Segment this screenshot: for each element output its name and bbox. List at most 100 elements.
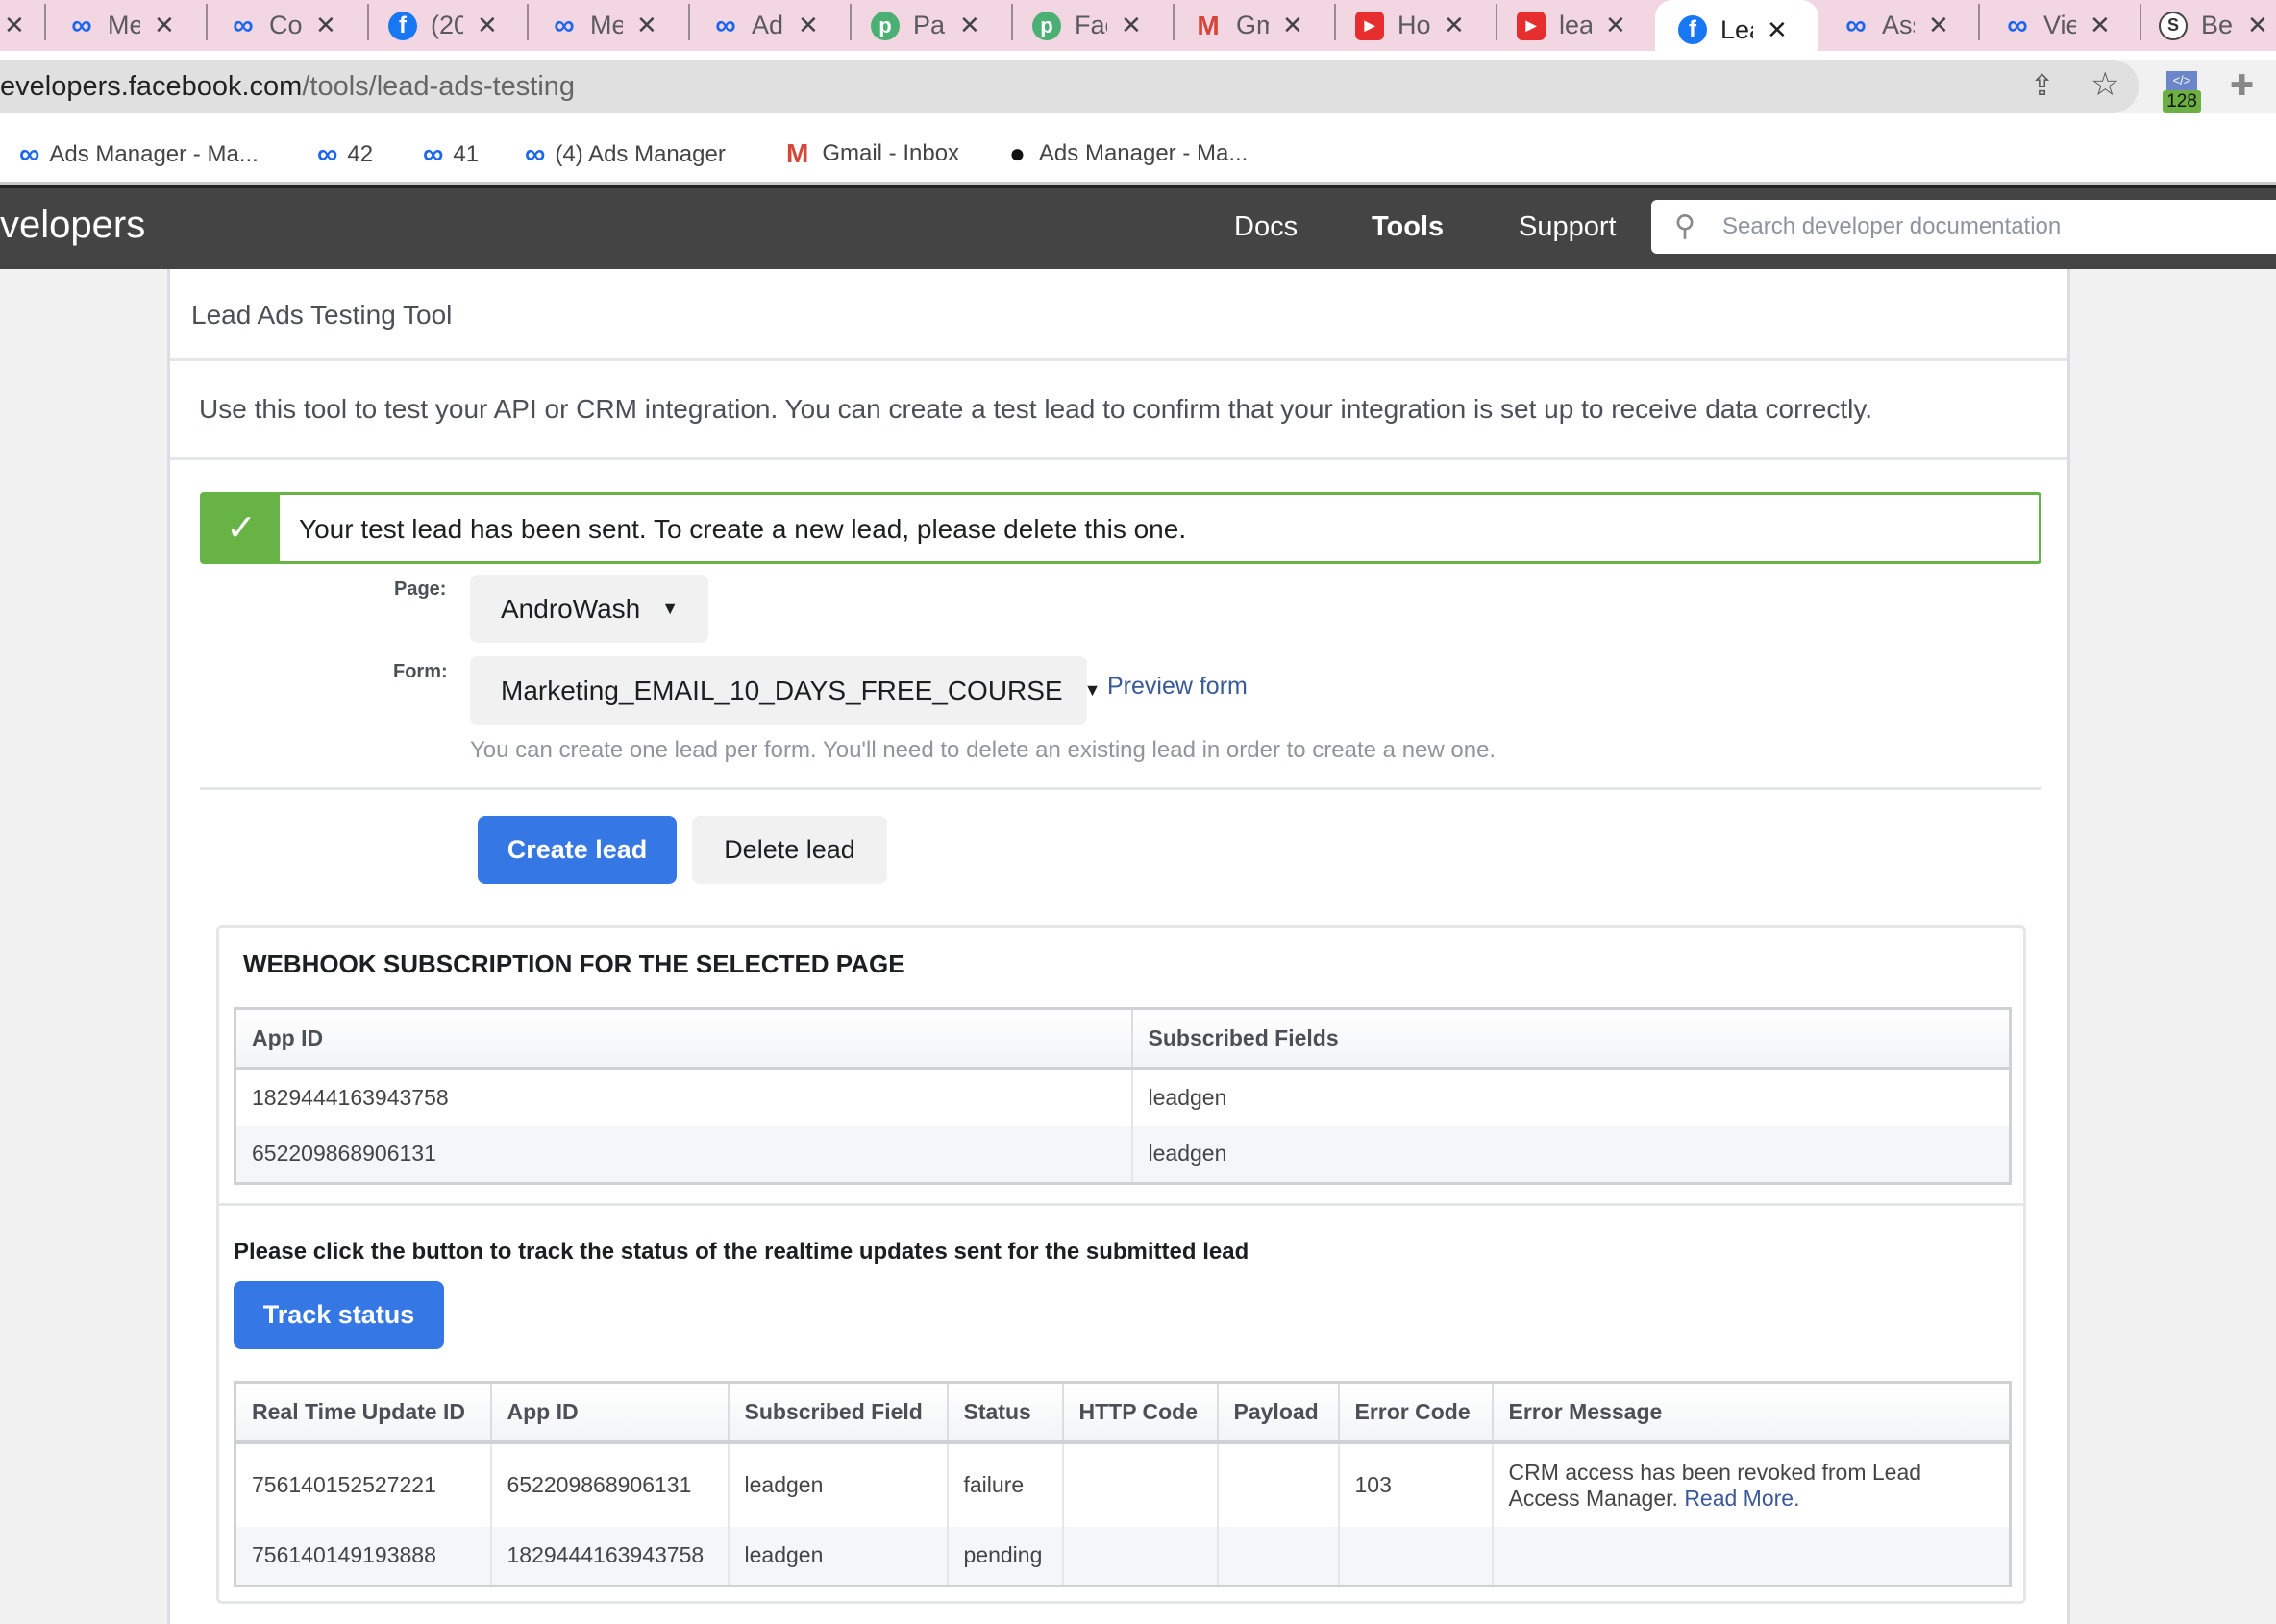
track-instruction: Please click the button to track the sta…	[234, 1239, 1249, 1265]
page-select[interactable]: AndroWash ▼	[470, 575, 708, 643]
divider	[219, 1203, 2023, 1206]
facebook-icon: f	[388, 11, 417, 40]
tab-14[interactable]: SBes✕	[2141, 0, 2276, 51]
meta-icon: ∞	[2007, 9, 2027, 41]
nav-tools[interactable]: Tools	[1372, 211, 1444, 243]
payload-cell	[1216, 1441, 1340, 1527]
close-tab-icon[interactable]: ✕	[4, 11, 25, 40]
preview-form-link[interactable]: Preview form	[1107, 673, 1248, 701]
error-message-cell: CRM access has been revoked from Lead Ac…	[1491, 1441, 2012, 1527]
caret-down-icon: ▼	[1083, 680, 1101, 700]
field-cell: leadgen	[727, 1441, 949, 1527]
nav-docs[interactable]: Docs	[1234, 211, 1298, 243]
tab-4[interactable]: ∞Met✕	[529, 0, 690, 51]
success-banner: ✓ Your test lead has been sent. To creat…	[200, 492, 2041, 564]
page-label: Page:	[394, 578, 447, 600]
tab-0[interactable]: ✕	[0, 0, 46, 51]
webhook-subscription-panel: WEBHOOK SUBSCRIPTION FOR THE SELECTED PA…	[216, 925, 2026, 1604]
tab-3[interactable]: f (20 ✕	[369, 0, 529, 51]
error-code-cell: 103	[1337, 1441, 1494, 1527]
close-tab-icon[interactable]: ✕	[1444, 11, 1465, 40]
column-header: Real Time Update ID	[234, 1381, 492, 1444]
youtube-icon: ▶	[1355, 11, 1384, 40]
column-header: Error Code	[1337, 1381, 1494, 1444]
column-header: Subscribed Field	[727, 1381, 949, 1444]
close-tab-icon[interactable]: ✕	[2247, 11, 2268, 40]
brand-logo-text[interactable]: velopers	[0, 204, 145, 247]
tab-1[interactable]: ∞Met✕	[46, 0, 208, 51]
tab-10[interactable]: ▶lead✕	[1497, 0, 1659, 51]
bookmark-item[interactable]: ∞ 42	[317, 138, 373, 171]
extensions-puzzle-icon[interactable]: ✚	[2230, 69, 2254, 103]
address-bar[interactable]: evelopers.facebook.com/tools/lead-ads-te…	[0, 60, 2139, 113]
field-cell: leadgen	[727, 1526, 949, 1587]
gmail-icon: M	[786, 138, 809, 168]
youtube-icon: ▶	[1517, 11, 1546, 40]
webhook-table: App ID Subscribed Fields 182944416394375…	[234, 1007, 2012, 1185]
column-header: Error Message	[1491, 1381, 2012, 1444]
column-header: App ID	[234, 1007, 1133, 1070]
column-header: Payload	[1216, 1381, 1340, 1444]
divider	[200, 787, 2041, 790]
gmail-icon: M	[1197, 10, 1220, 40]
close-tab-icon[interactable]: ✕	[959, 11, 980, 40]
site-header: velopers Docs Tools Support ⚲	[0, 185, 2276, 269]
checkmark-icon: ✓	[203, 495, 280, 561]
bookmark-item[interactable]: ● Ads Manager - Ma...	[1009, 138, 1248, 169]
close-tab-icon[interactable]: ✕	[636, 11, 657, 40]
create-lead-button[interactable]: Create lead	[478, 816, 677, 884]
tab-12[interactable]: ∞Ass✕	[1818, 0, 1980, 51]
table-row: 652209868906131 leadgen	[234, 1125, 2012, 1184]
close-tab-icon[interactable]: ✕	[1121, 11, 1142, 40]
nav-support[interactable]: Support	[1519, 211, 1617, 243]
url-text[interactable]: evelopers.facebook.com/tools/lead-ads-te…	[0, 71, 575, 103]
page-title: Lead Ads Testing Tool	[191, 300, 453, 330]
bookmark-item[interactable]: ∞ Ads Manager - Ma...	[19, 138, 259, 171]
track-status-button[interactable]: Track status	[234, 1281, 444, 1349]
subscribed-fields-cell: leadgen	[1130, 1068, 2012, 1126]
tab-9[interactable]: ▶How✕	[1336, 0, 1497, 51]
tab-active-lead-ads[interactable]: fLea✕	[1655, 0, 1818, 60]
tab-13[interactable]: ∞View✕	[1980, 0, 2141, 51]
bookmarks-bar: ∞ Ads Manager - Ma... ∞ 42 ∞ 41 ∞ (4) Ads Ma…	[0, 113, 2276, 185]
close-tab-icon[interactable]: ✕	[1767, 15, 1788, 45]
read-more-link[interactable]: Read More.	[1684, 1486, 1799, 1511]
search-box[interactable]: ⚲	[1651, 200, 2276, 254]
tool-title-row: Lead Ads Testing Tool	[170, 269, 2067, 361]
developer-extension-icon[interactable]: </>	[2166, 71, 2197, 90]
extension-badge: 128	[2163, 90, 2201, 113]
bookmark-star-icon[interactable]: ☆	[2090, 65, 2119, 104]
payload-cell	[1216, 1526, 1340, 1587]
error-code-cell	[1337, 1526, 1494, 1587]
close-tab-icon[interactable]: ✕	[1282, 11, 1303, 40]
subscribed-fields-cell: leadgen	[1130, 1125, 2012, 1184]
share-icon[interactable]: ⇪	[2030, 69, 2054, 103]
tab-8[interactable]: M Gm ✕	[1175, 0, 1336, 51]
tab-6[interactable]: pPab✕	[852, 0, 1013, 51]
bookmark-item[interactable]: ∞ (4) Ads Manager	[525, 138, 726, 171]
bookmark-item[interactable]: M Gmail - Inbox	[786, 138, 959, 169]
form-select[interactable]: Marketing_EMAIL_10_DAYS_FREE_COURSE ▼	[470, 656, 1101, 725]
close-tab-icon[interactable]: ✕	[315, 11, 336, 40]
bookmark-item[interactable]: ∞ 41	[423, 138, 479, 171]
close-tab-icon[interactable]: ✕	[2090, 11, 2111, 40]
delete-lead-button[interactable]: Delete lead	[692, 816, 887, 884]
close-tab-icon[interactable]: ✕	[1605, 11, 1626, 40]
close-tab-icon[interactable]: ✕	[798, 11, 819, 40]
close-tab-icon[interactable]: ✕	[154, 11, 175, 40]
search-input[interactable]	[1722, 208, 2261, 246]
close-tab-icon[interactable]: ✕	[477, 11, 498, 40]
tab-7[interactable]: pFac✕	[1013, 0, 1175, 51]
update-id-cell: 756140152527221	[234, 1441, 492, 1527]
status-cell: failure	[946, 1441, 1064, 1527]
column-header: HTTP Code	[1061, 1381, 1219, 1444]
close-tab-icon[interactable]: ✕	[1928, 11, 1949, 40]
tab-5[interactable]: ∞ Ad ✕	[690, 0, 852, 51]
app-id-cell: 1829444163943758	[489, 1526, 730, 1587]
globe-icon: ●	[1009, 138, 1026, 168]
realtime-updates-table: Real Time Update ID App ID Subscribed Fi…	[234, 1381, 2012, 1587]
tab-2[interactable]: ∞Con✕	[208, 0, 369, 51]
form-label: Form:	[393, 661, 448, 682]
status-cell: pending	[946, 1526, 1064, 1587]
app-id-cell: 1829444163943758	[234, 1068, 1133, 1126]
